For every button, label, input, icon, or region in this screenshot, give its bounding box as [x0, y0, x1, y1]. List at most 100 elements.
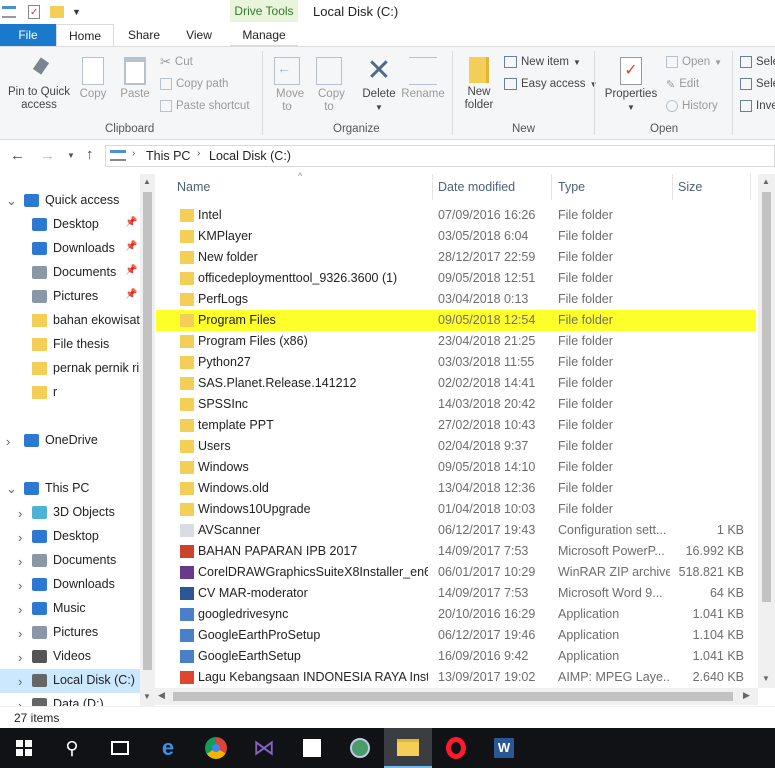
tab-manage[interactable]: Manage: [230, 24, 298, 46]
rename-button[interactable]: Rename: [400, 57, 446, 101]
nav-item-label: Data (D:): [53, 697, 104, 706]
file-row[interactable]: AVScanner 06/12/2017 19:43 Configuration s…: [170, 520, 758, 541]
breadcrumb-this-pc[interactable]: This PC: [146, 149, 190, 163]
file-name: AVScanner: [198, 523, 261, 537]
opera-icon[interactable]: [432, 728, 480, 768]
file-row[interactable]: Program Files (x86) 23/04/2018 21:25 File …: [170, 331, 758, 352]
scroll-down-icon[interactable]: ▼: [762, 674, 770, 683]
forward-arrow-icon[interactable]: →: [40, 147, 55, 164]
paste-button[interactable]: Paste: [118, 57, 152, 101]
column-divider[interactable]: [551, 174, 552, 200]
paste-shortcut-button[interactable]: Paste shortcut: [160, 97, 250, 115]
file-row[interactable]: Lagu Kebangsaan INDONESIA RAYA Instr... 1…: [170, 667, 758, 688]
column-name[interactable]: Name: [177, 180, 210, 194]
visual-studio-icon[interactable]: ⋈: [240, 728, 288, 768]
select-none-button[interactable]: Sele: [740, 75, 775, 93]
scroll-up-icon[interactable]: ▲: [143, 177, 151, 186]
recent-locations-chevron-icon[interactable]: ▼: [67, 151, 75, 160]
file-row[interactable]: Users 02/04/2018 9:37 File folder: [170, 436, 758, 457]
file-size: 16.992 KB: [685, 544, 744, 558]
edge-icon[interactable]: e: [144, 728, 192, 768]
breadcrumb-local-disk[interactable]: Local Disk (C:): [209, 149, 291, 163]
select-all-button[interactable]: Sele: [740, 53, 775, 71]
explorer-icon[interactable]: [2, 6, 16, 18]
scroll-down-icon[interactable]: ▼: [143, 692, 151, 701]
file-row[interactable]: officedeploymenttool_9326.3600 (1) 09/05/…: [170, 268, 758, 289]
file-row[interactable]: googledrivesync 20/10/2016 16:29 Applicati…: [170, 604, 758, 625]
file-explorer-icon[interactable]: [384, 728, 432, 768]
up-arrow-icon[interactable]: ↑: [86, 146, 94, 163]
new-folder-icon: [469, 57, 489, 83]
file-row[interactable]: GoogleEarthProSetup 06/12/2017 19:46 Appli…: [170, 625, 758, 646]
tab-share[interactable]: Share: [118, 24, 170, 46]
app-icon[interactable]: [288, 728, 336, 768]
column-divider[interactable]: [750, 174, 751, 200]
file-list-scroll-thumb[interactable]: [762, 192, 771, 602]
new-folder-qat-icon[interactable]: [50, 6, 64, 18]
chrome-icon[interactable]: [192, 728, 240, 768]
easy-access-button[interactable]: Easy access▼: [504, 75, 597, 93]
column-size[interactable]: Size: [678, 180, 702, 194]
file-row[interactable]: SPSSInc 14/03/2018 20:42 File folder: [170, 394, 758, 415]
word-icon[interactable]: W: [480, 728, 528, 768]
file-row[interactable]: Intel 07/09/2016 16:26 File folder: [170, 205, 758, 226]
start-icon[interactable]: [0, 728, 48, 768]
properties-qat-icon[interactable]: ✓: [28, 5, 40, 19]
file-list-scrollbar[interactable]: ▲ ▼: [758, 174, 775, 688]
move-to-button[interactable]: ← Move to: [268, 57, 306, 114]
file-row[interactable]: KMPlayer 03/05/2018 6:04 File folder: [170, 226, 758, 247]
edit-button[interactable]: ✎ Edit: [666, 75, 699, 93]
pin-to-quick-access-button[interactable]: Pin to Quick access: [4, 57, 74, 112]
new-folder-button[interactable]: New folder: [458, 57, 500, 112]
address-bar[interactable]: › This PC › Local Disk (C:): [105, 145, 775, 167]
scroll-left-icon[interactable]: ◀: [158, 690, 165, 701]
file-row[interactable]: Windows.old 13/04/2018 12:36 File folder: [170, 478, 758, 499]
invert-selection-button[interactable]: Inve: [740, 97, 775, 115]
task-view-icon[interactable]: [96, 728, 144, 768]
properties-button[interactable]: ✓ Properties ▼: [600, 57, 662, 114]
column-divider[interactable]: [432, 174, 433, 200]
file-row[interactable]: CorelDRAWGraphicsSuiteX8Installer_en64..…: [170, 562, 758, 583]
new-item-button[interactable]: New item ▼: [504, 53, 581, 71]
file-row[interactable]: PerfLogs 03/04/2018 0:13 File folder: [170, 289, 758, 310]
copy-path-icon: [160, 78, 172, 90]
paste-shortcut-icon: [160, 100, 172, 112]
tab-file[interactable]: File: [0, 24, 56, 46]
open-button[interactable]: Open ▼: [666, 53, 722, 71]
collapsed-chevron-icon[interactable]: ›: [18, 698, 22, 707]
breadcrumb-chevron-icon[interactable]: ›: [132, 148, 135, 159]
tab-view[interactable]: View: [174, 24, 224, 46]
breadcrumb-chevron-icon[interactable]: ›: [197, 148, 200, 159]
file-row[interactable]: CV MAR-moderator 14/09/2017 7:53 Microsoft…: [170, 583, 758, 604]
file-row[interactable]: Python27 03/03/2018 11:55 File folder: [170, 352, 758, 373]
chevron-down-icon[interactable]: ▼: [72, 7, 81, 17]
file-row[interactable]: template PPT 27/02/2018 10:43 File folder: [170, 415, 758, 436]
nav-item[interactable]: › Data (D:): [0, 693, 140, 706]
file-row[interactable]: BAHAN PAPARAN IPB 2017 14/09/2017 7:53 Mic…: [170, 541, 758, 562]
file-row[interactable]: SAS.Planet.Release.141212 02/02/2018 14:4…: [170, 373, 758, 394]
delete-button[interactable]: ✕ Delete ▼: [358, 56, 400, 114]
column-date-modified[interactable]: Date modified: [438, 180, 515, 194]
copy-path-button[interactable]: Copy path: [160, 75, 228, 93]
back-arrow-icon[interactable]: ←: [10, 147, 25, 164]
file-type: File folder: [558, 208, 613, 222]
file-row[interactable]: New folder 28/12/2017 22:59 File folder: [170, 247, 758, 268]
file-row[interactable]: GoogleEarthSetup 16/09/2016 9:42 Applicati…: [170, 646, 758, 667]
tab-home[interactable]: Home: [56, 24, 114, 47]
copy-button[interactable]: Copy: [76, 57, 110, 101]
file-row[interactable]: Program Files 09/05/2018 12:54 File folder: [156, 310, 756, 331]
file-row[interactable]: Windows10Upgrade 01/04/2018 10:03 File fol…: [170, 499, 758, 520]
cut-button[interactable]: ✂ Cut: [160, 53, 193, 71]
search-icon[interactable]: ⚲: [48, 728, 96, 768]
column-divider[interactable]: [672, 174, 673, 200]
magnifier-app-icon[interactable]: [336, 728, 384, 768]
file-row[interactable]: Windows 09/05/2018 14:10 File folder: [170, 457, 758, 478]
scroll-right-icon[interactable]: ▶: [743, 690, 750, 701]
file-list-horizontal-scrollbar[interactable]: ◀ ▶: [155, 688, 758, 705]
horizontal-scroll-thumb[interactable]: [173, 692, 733, 701]
column-type[interactable]: Type: [558, 180, 585, 194]
history-button[interactable]: History: [666, 97, 718, 115]
copy-to-button[interactable]: Copy to: [310, 57, 348, 114]
scroll-up-icon[interactable]: ▲: [762, 177, 770, 186]
folder-icon: [180, 209, 194, 222]
